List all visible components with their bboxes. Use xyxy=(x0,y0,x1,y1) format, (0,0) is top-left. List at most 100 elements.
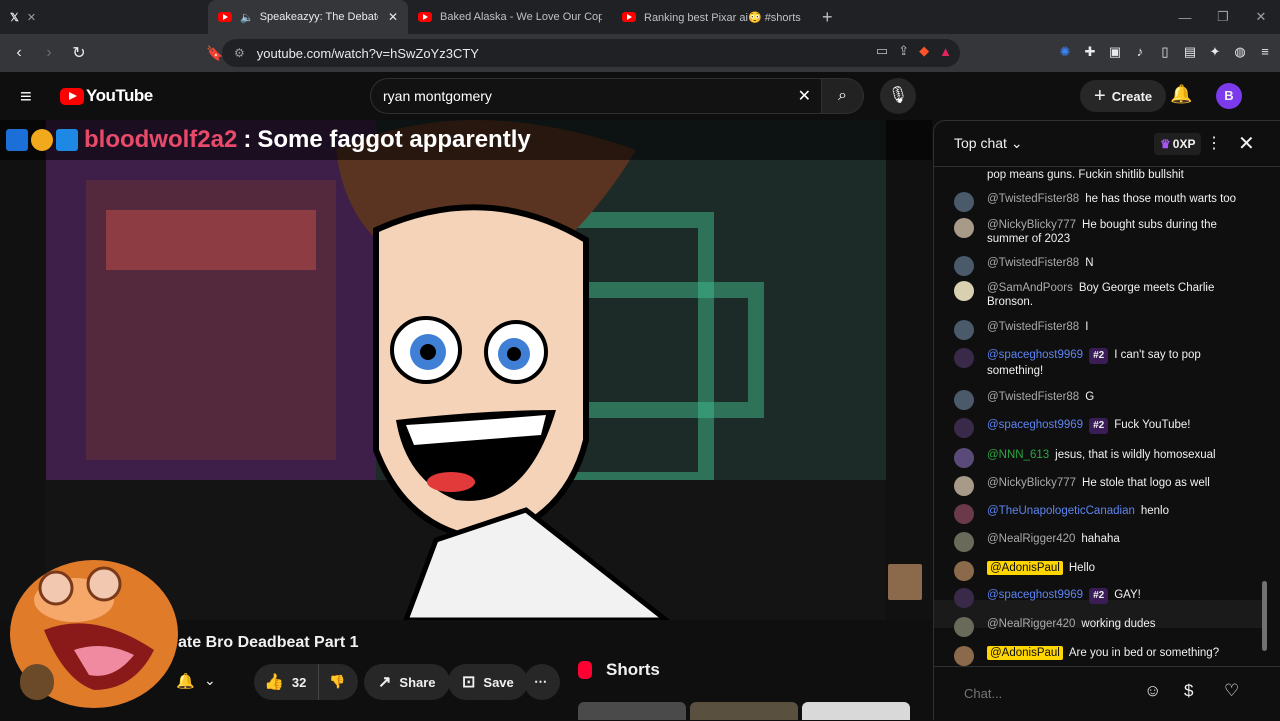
user-avatar[interactable] xyxy=(954,532,974,552)
subscribe-dropdown-icon[interactable]: ⌄ xyxy=(204,672,216,689)
super-chat-icon[interactable]: $ xyxy=(1184,681,1193,701)
url-bar[interactable]: ⚙ youtube.com/watch?v=hSwZoYz3CTY ▭ ⇪ ◆ … xyxy=(222,39,960,67)
user-avatar[interactable] xyxy=(954,218,974,238)
chat-input[interactable] xyxy=(950,678,1150,708)
back-icon[interactable]: ‹ xyxy=(6,44,32,62)
clear-search-icon[interactable]: ✕ xyxy=(798,86,811,106)
more-actions-button[interactable]: ⋯ xyxy=(524,664,560,700)
create-button[interactable]: + Create xyxy=(1080,80,1167,112)
chat-message[interactable]: @spaceghost9969 #2 GAY! xyxy=(954,588,1254,608)
user-avatar[interactable] xyxy=(954,418,974,438)
brave-shield-icon[interactable]: ◆ xyxy=(919,43,929,59)
new-tab-button[interactable]: + xyxy=(812,0,843,34)
corner-thumbnail[interactable] xyxy=(888,564,922,600)
user-avatar[interactable] xyxy=(954,504,974,524)
window-controls: — ❐ ✕ xyxy=(1166,0,1280,34)
chat-scroll-thumb[interactable] xyxy=(1262,581,1267,651)
emoji-icon[interactable]: ☺ xyxy=(1144,681,1161,701)
like-button[interactable]: 👍 32 xyxy=(254,664,318,700)
window-close-icon[interactable]: ✕ xyxy=(1242,9,1280,25)
user-avatar[interactable] xyxy=(954,646,974,666)
user-avatar[interactable] xyxy=(954,561,974,581)
chat-message[interactable]: @NickyBlicky777 He stole that logo as wel… xyxy=(954,476,1254,496)
share-page-icon[interactable]: ⇪ xyxy=(898,43,909,59)
share-button[interactable]: ↗ Share xyxy=(364,664,450,700)
hamburger-menu-icon[interactable]: ≡ xyxy=(20,86,32,109)
chat-message[interactable]: @AdonisPaul Are you in bed or something? xyxy=(954,646,1254,666)
short-thumbnail[interactable] xyxy=(802,702,910,720)
tab-close-icon[interactable]: ✕ xyxy=(27,11,36,24)
save-button[interactable]: ⊡ Save xyxy=(448,664,528,700)
menu-icon[interactable]: ≡ xyxy=(1258,44,1272,60)
xp-badge[interactable]: ♛ 0XP xyxy=(1154,133,1202,155)
puzzle-icon[interactable]: ✚ xyxy=(1083,44,1097,60)
music-icon[interactable]: ♪ xyxy=(1133,44,1147,60)
short-thumbnail[interactable] xyxy=(578,702,686,720)
user-avatar[interactable] xyxy=(954,448,974,468)
maximize-icon[interactable]: ❐ xyxy=(1204,9,1242,25)
top-chat-dropdown[interactable]: Top chat ⌄ xyxy=(954,135,1023,152)
chat-message[interactable]: @AdonisPaul Hello xyxy=(954,561,1254,581)
tab-baked-alaska[interactable]: Baked Alaska - We Love Our Cops [L xyxy=(408,0,612,34)
chat-message[interactable]: @NNN_613 jesus, that is wildly homosexual xyxy=(954,448,1254,468)
chat-message[interactable]: @TwistedFister88 he has those mouth warts… xyxy=(954,192,1254,212)
search-button[interactable]: ⌕ xyxy=(822,78,864,114)
vpn-icon[interactable]: ◍ xyxy=(1233,44,1247,60)
youtube-favicon-icon xyxy=(418,12,432,22)
notifications-bell-icon[interactable]: 🔔 xyxy=(1170,84,1192,105)
tab-pixar-shorts[interactable]: Ranking best Pixar ai😳 #shorts #pix xyxy=(612,0,812,34)
chat-message[interactable]: @TheUnapologeticCanadian henlo xyxy=(954,504,1254,524)
user-avatar[interactable] xyxy=(954,256,974,276)
chat-input-area: ☺ $ ♡ xyxy=(934,666,1280,721)
subscribe-bell-icon[interactable]: 🔔 xyxy=(176,672,195,690)
user-avatar[interactable] xyxy=(954,348,974,368)
tab-close-icon[interactable]: ✕ xyxy=(388,10,398,24)
tab-active-video[interactable]: 🔈 Speakeazyy: The Debate Bro ✕ xyxy=(208,0,408,34)
reload-icon[interactable]: ↻ xyxy=(66,43,92,63)
chat-message[interactable]: @NealRigger420 working dudes xyxy=(954,617,1254,637)
og-badge-icon xyxy=(56,129,78,151)
chat-message[interactable]: @SamAndPoors Boy George meets Charlie Bro… xyxy=(954,281,1254,309)
member-rank-badge: #2 xyxy=(1089,348,1109,364)
user-avatar[interactable] xyxy=(954,588,974,608)
youtube-logo[interactable]: YouTube xyxy=(60,86,153,106)
chat-message[interactable]: pop means guns. Fuckin shitlib bullshit xyxy=(954,168,1254,182)
chat-message[interactable]: @spaceghost9969 #2 I can't say to pop some… xyxy=(954,348,1254,378)
tab-x[interactable]: 𝕏 ✕ xyxy=(0,0,60,34)
chat-message[interactable]: @NealRigger420 hahaha xyxy=(954,532,1254,552)
user-avatar[interactable] xyxy=(954,320,974,340)
chat-message[interactable]: @TwistedFister88 N xyxy=(954,256,1254,276)
short-thumbnail[interactable] xyxy=(690,702,798,720)
minimize-icon[interactable]: — xyxy=(1166,10,1204,25)
user-avatar[interactable] xyxy=(954,192,974,212)
chat-message[interactable]: @TwistedFister88 G xyxy=(954,390,1254,410)
account-avatar[interactable]: B xyxy=(1216,83,1242,109)
search-box: ✕ xyxy=(370,78,822,114)
dislike-button[interactable]: 👎 xyxy=(318,664,358,700)
member-rank-badge: #2 xyxy=(1089,588,1109,604)
mic-icon: 🎙 xyxy=(887,87,909,104)
chat-close-icon[interactable]: ✕ xyxy=(1238,131,1255,156)
user-avatar[interactable] xyxy=(954,476,974,496)
wallet-icon[interactable]: ▤ xyxy=(1183,44,1197,60)
user-avatar[interactable] xyxy=(954,281,974,301)
brave-rewards-icon[interactable]: ▲ xyxy=(939,44,952,59)
sidebar-icon[interactable]: ▯ xyxy=(1158,44,1172,60)
chat-message[interactable]: @TwistedFister88 I xyxy=(954,320,1254,340)
forward-icon[interactable]: › xyxy=(36,44,62,62)
chat-message[interactable]: @spaceghost9969 #2 Fuck YouTube! xyxy=(954,418,1254,438)
chat-message[interactable]: @NickyBlicky777 He bought subs during the… xyxy=(954,218,1254,246)
voice-search-button[interactable]: 🎙 xyxy=(880,78,916,114)
chat-menu-icon[interactable]: ⋮ xyxy=(1206,133,1222,153)
search-input[interactable] xyxy=(383,88,763,104)
leo-ai-icon[interactable]: ✦ xyxy=(1208,44,1222,60)
site-info-icon[interactable]: ⚙ xyxy=(234,46,245,60)
x-logo-icon: 𝕏 xyxy=(10,11,19,24)
user-avatar[interactable] xyxy=(954,617,974,637)
extension-blue-icon[interactable]: ✺ xyxy=(1058,44,1072,60)
user-avatar[interactable] xyxy=(954,390,974,410)
channel-avatar[interactable] xyxy=(20,664,54,700)
tab-manager-icon[interactable]: ▣ xyxy=(1108,44,1122,60)
cast-icon[interactable]: ▭ xyxy=(876,43,888,59)
heart-icon[interactable]: ♡ xyxy=(1224,681,1239,701)
